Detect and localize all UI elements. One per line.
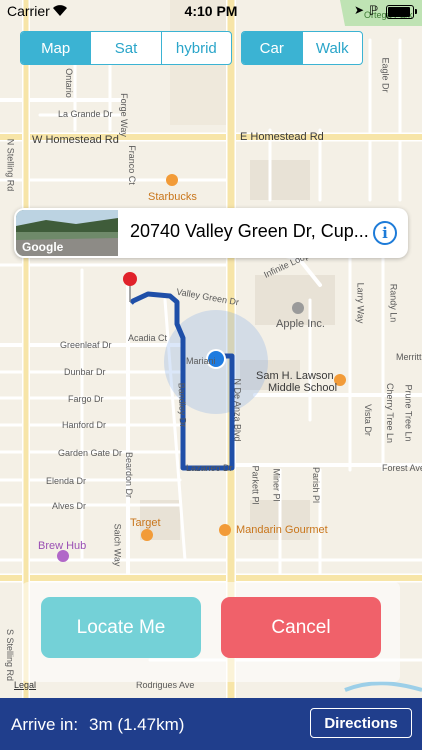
label-beardon: Beardon Dr (124, 451, 135, 499)
eta-value: 3m (1.47km) (89, 715, 185, 734)
label-starbucks: Starbucks (148, 191, 197, 203)
map-type-sat[interactable]: Sat (90, 32, 160, 64)
label-alves: Alves Dr (52, 501, 87, 511)
label-dunbar: Dunbar Dr (64, 367, 106, 377)
label-mariani: Mariani (186, 356, 216, 366)
transport-car[interactable]: Car (242, 32, 302, 64)
bluetooth-icon: ℙ (368, 3, 378, 18)
label-miner: Miner Pl (271, 468, 282, 502)
battery-icon (386, 5, 417, 19)
map-type-map[interactable]: Map (21, 32, 91, 64)
legal-link[interactable]: Legal (14, 680, 36, 690)
label-brew-hub: Brew Hub (38, 540, 87, 552)
label-eagle: Eagle Dr (380, 57, 391, 93)
label-parkett: Parkett Pl (250, 465, 261, 505)
info-icon[interactable]: i (373, 221, 397, 245)
label-merritt: Merritt (396, 352, 422, 362)
label-e-homestead: E Homestead Rd (240, 131, 324, 143)
map-type-segmented-control[interactable]: Map Sat hybrid (20, 31, 232, 65)
label-n-stelling: N Stelling Rd (5, 138, 16, 192)
map-type-hybrid[interactable]: hybrid (160, 32, 231, 64)
label-elenda: Elenda Dr (46, 476, 87, 486)
callout-address: 20740 Valley Green Dr, Cup... (130, 221, 369, 241)
label-vista: Vista Dr (362, 404, 373, 436)
label-mandarin: Mandarin Gourmet (236, 524, 328, 536)
label-n-de-anza: N De Anza Blvd (232, 378, 243, 442)
label-randy-ln: Randy Ln (388, 283, 399, 323)
label-bandley: Bandley Dr (176, 382, 189, 428)
transport-walk[interactable]: Walk (301, 32, 363, 64)
route-info-bar: Arrive in: 3m (1.47km) Directions (0, 698, 422, 750)
eta-label: Arrive in: (11, 715, 79, 734)
label-forest-ave: Forest Ave (382, 463, 422, 473)
label-cherry-tree: Cherry Tree Ln (385, 382, 396, 444)
label-ontario: Ontario (63, 68, 74, 98)
label-w-homestead: W Homestead Rd (32, 134, 119, 146)
label-forge-way: Forge Way (118, 93, 129, 137)
label-acadia-ct: Acadia Ct (128, 333, 168, 343)
label-lawson-1: Sam H. Lawson (256, 370, 334, 382)
label-s-stelling: S Stelling Rd (5, 628, 16, 682)
label-apple: Apple Inc. (276, 318, 325, 330)
label-franco-ct: Franco Ct (126, 145, 137, 185)
status-bar: Carrier 4:10 PM ➤ ℙ (0, 0, 422, 22)
label-larry-way: Larry Way (355, 282, 366, 324)
street-view-thumbnail[interactable]: Google (16, 210, 118, 256)
label-la-grande: La Grande Dr (58, 109, 113, 119)
label-hanford: Hanford Dr (62, 420, 107, 430)
label-saich: Saich Way (112, 523, 123, 567)
cancel-button[interactable]: Cancel (221, 597, 381, 658)
label-fargo: Fargo Dr (68, 394, 104, 404)
label-lawson-2: Middle School (268, 382, 338, 394)
transport-segmented-control[interactable]: Car Walk (241, 31, 363, 65)
label-prune-tree: Prune Tree Ln (403, 384, 414, 442)
locate-me-button[interactable]: Locate Me (41, 597, 201, 658)
address-callout[interactable]: Google 20740 Valley Green Dr, Cup... i (14, 208, 408, 258)
label-parish: Parish Pl (311, 466, 322, 504)
google-watermark: Google (22, 240, 64, 254)
location-arrow-icon: ➤ (353, 3, 364, 17)
label-lazaneo: Lazaneo Dr (186, 463, 233, 473)
directions-button[interactable]: Directions (310, 708, 412, 738)
label-target: Target (130, 517, 161, 529)
label-greenleaf: Greenleaf Dr (60, 340, 112, 350)
label-garden-gate: Garden Gate Dr (58, 448, 123, 458)
